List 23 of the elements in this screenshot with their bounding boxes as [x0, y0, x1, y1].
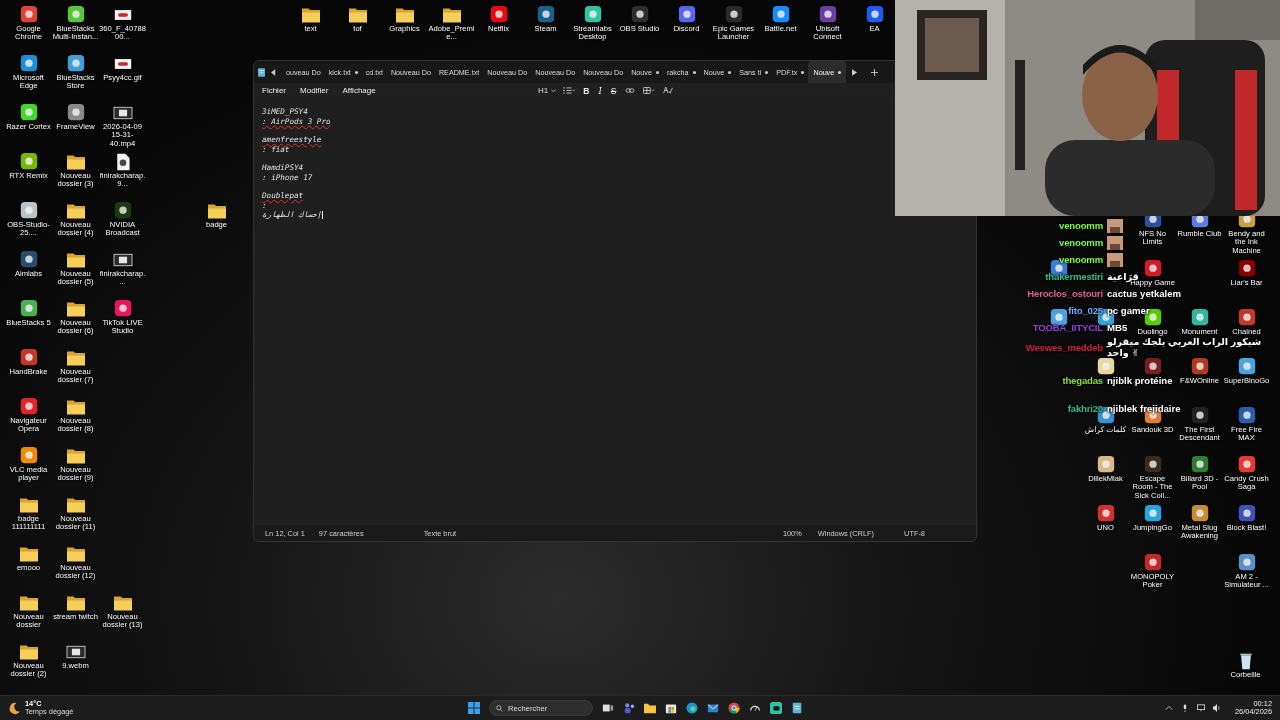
chat-username: venoomm	[1058, 220, 1103, 231]
menu-item[interactable]: Fichier	[262, 86, 286, 95]
chat-message: شيكور الراب العربي يلجك ميقرلو واحد ✌	[1107, 336, 1263, 358]
menu-item[interactable]: Modifier	[300, 86, 329, 95]
format-button[interactable]: S	[609, 85, 618, 96]
format-button[interactable]: B	[582, 85, 591, 96]
format-button[interactable]: I	[597, 85, 603, 96]
chat-username: Heroclos_ostouri	[1026, 288, 1103, 299]
chat-message: قرَاعية	[1107, 271, 1139, 282]
chat-username: fakhri20	[1066, 403, 1103, 414]
chat-username: Weswes_meddeb	[1024, 341, 1103, 353]
chat-username: venoomm	[1058, 254, 1103, 265]
heading-dropdown[interactable]: H1	[538, 86, 557, 95]
chat-username: thakermestiri	[1044, 271, 1103, 282]
chat-message: njiblek frejidaire	[1107, 403, 1181, 414]
menu-item[interactable]: Affichage	[342, 86, 376, 95]
chat-message: MB5	[1107, 322, 1128, 333]
chat-username: thegadas	[1061, 375, 1103, 386]
chat-username: venoomm	[1058, 237, 1103, 248]
chat-message: njiblk protéine	[1107, 375, 1173, 386]
chat-username: TOOBA_IITYCIL	[1031, 322, 1103, 333]
chat-username: fito_025	[1067, 305, 1103, 316]
chat-message: cactus yetkalem	[1107, 288, 1182, 299]
